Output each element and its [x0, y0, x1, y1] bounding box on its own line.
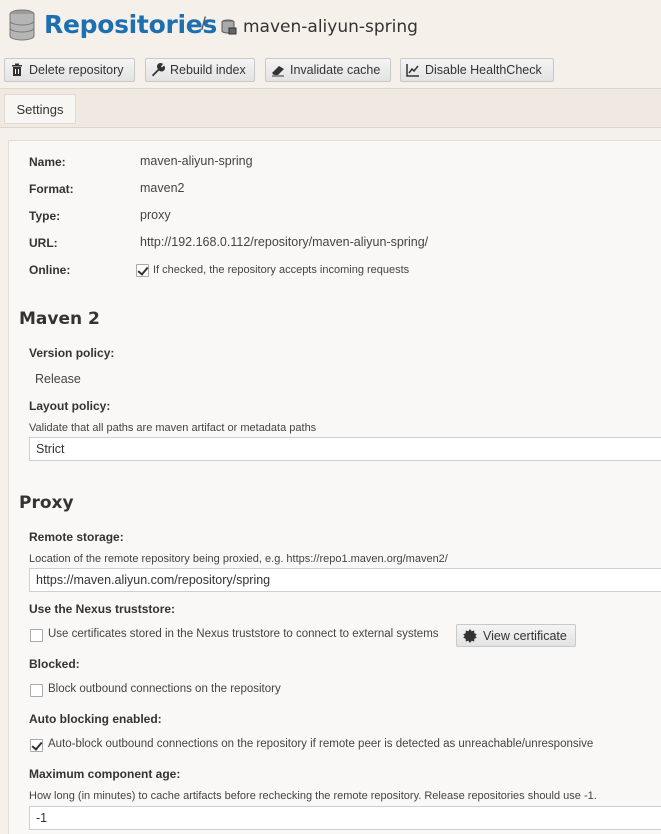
- url-value[interactable]: http://192.168.0.112/repository/maven-al…: [140, 235, 428, 249]
- online-label: Online:: [29, 263, 71, 277]
- blocked-label: Blocked:: [29, 657, 80, 671]
- view-certificate-label: View certificate: [483, 628, 567, 643]
- trash-icon: [12, 63, 22, 76]
- max-age-label: Maximum component age:: [29, 767, 181, 781]
- disable-healthcheck-button[interactable]: Disable HealthCheck: [400, 58, 554, 82]
- invalidate-cache-label: Invalidate cache: [290, 63, 381, 77]
- truststore-checkbox[interactable]: [30, 629, 43, 642]
- breadcrumb-separator: /: [201, 14, 207, 34]
- breadcrumb-repo-name: maven-aliyun-spring: [243, 17, 418, 37]
- invalidate-cache-button[interactable]: Invalidate cache: [265, 58, 391, 82]
- layout-policy-label: Layout policy:: [29, 399, 111, 413]
- page-header: Repositories / maven-aliyun-spring: [0, 0, 661, 54]
- repository-icon: [221, 19, 237, 35]
- blocked-checkbox[interactable]: [30, 684, 43, 697]
- type-label: Type:: [29, 209, 61, 223]
- tab-bar: Settings: [0, 88, 661, 128]
- truststore-label: Use the Nexus truststore:: [29, 602, 176, 616]
- version-policy-value: Release: [35, 372, 81, 386]
- name-label: Name:: [29, 155, 66, 169]
- line-chart-icon: [406, 64, 419, 77]
- max-age-help: How long (in minutes) to cache artifacts…: [29, 790, 597, 802]
- settings-panel: Name: maven-aliyun-spring Format: maven2…: [8, 140, 661, 834]
- online-description: If checked, the repository accepts incom…: [153, 264, 410, 276]
- format-label: Format:: [29, 182, 74, 196]
- eraser-icon: [272, 66, 284, 77]
- certificate-icon: [463, 628, 477, 643]
- remote-storage-label: Remote storage:: [29, 530, 124, 544]
- version-policy-label: Version policy:: [29, 346, 115, 360]
- remote-storage-input[interactable]: https://maven.aliyun.com/repository/spri…: [29, 568, 661, 592]
- rebuild-index-label: Rebuild index: [170, 63, 246, 77]
- maven2-heading: Maven 2: [19, 309, 100, 329]
- blocked-description: Block outbound connections on the reposi…: [48, 683, 281, 695]
- database-icon: [9, 9, 35, 41]
- proxy-heading: Proxy: [19, 493, 74, 513]
- view-certificate-button[interactable]: View certificate: [456, 624, 576, 647]
- tab-settings[interactable]: Settings: [4, 94, 76, 124]
- rebuild-index-button[interactable]: Rebuild index: [145, 58, 255, 82]
- name-value: maven-aliyun-spring: [140, 154, 253, 168]
- layout-policy-help: Validate that all paths are maven artifa…: [29, 422, 317, 434]
- delete-repository-button[interactable]: Delete repository: [4, 58, 135, 82]
- remote-storage-help: Location of the remote repository being …: [29, 553, 448, 565]
- url-label: URL:: [29, 236, 58, 250]
- format-value: maven2: [140, 181, 185, 195]
- truststore-description: Use certificates stored in the Nexus tru…: [48, 628, 439, 640]
- autoblock-checkbox[interactable]: [30, 739, 43, 752]
- layout-policy-select[interactable]: Strict: [29, 437, 661, 461]
- delete-repository-label: Delete repository: [29, 63, 124, 77]
- type-value: proxy: [140, 208, 171, 222]
- page-title[interactable]: Repositories: [44, 10, 217, 39]
- disable-healthcheck-label: Disable HealthCheck: [425, 63, 542, 77]
- max-age-input[interactable]: -1: [29, 806, 661, 830]
- autoblock-description: Auto-block outbound connections on the r…: [48, 738, 594, 750]
- wrench-icon: [152, 63, 165, 77]
- autoblock-label: Auto blocking enabled:: [29, 712, 162, 726]
- online-checkbox[interactable]: [136, 264, 149, 277]
